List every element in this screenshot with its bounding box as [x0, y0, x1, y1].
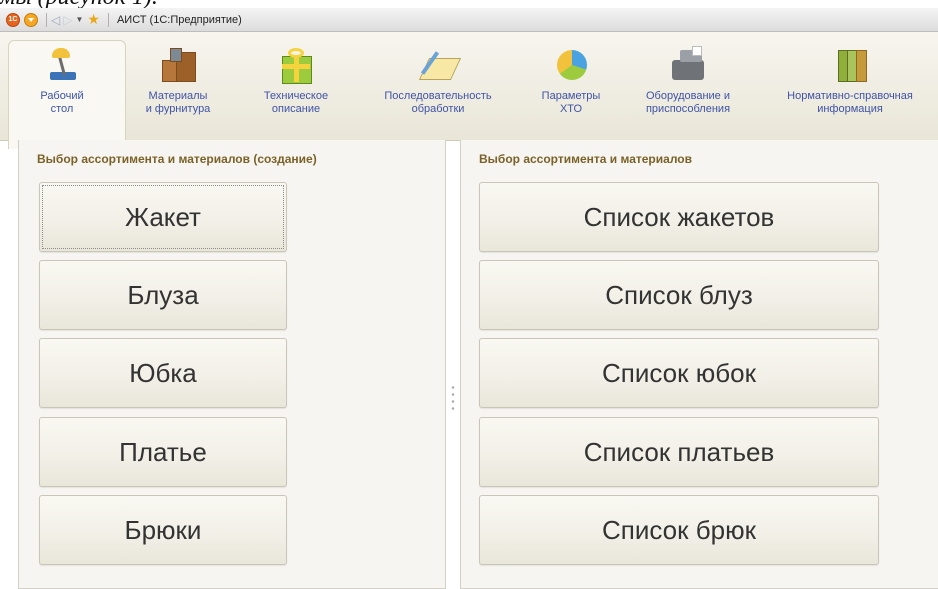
pie-chart-icon: [551, 46, 591, 84]
left-pane-title: Выбор ассортимента и материалов (создани…: [37, 152, 317, 166]
trousers-list-button[interactable]: Список брюк: [479, 495, 879, 565]
section-label: описание: [271, 103, 321, 115]
section-label: Материалы: [148, 90, 208, 102]
app-logo-icon[interactable]: 1С: [6, 12, 20, 27]
skirt-button[interactable]: Юбка: [39, 338, 287, 408]
skirts-list-button[interactable]: Список юбок: [479, 338, 879, 408]
blouse-button[interactable]: Блуза: [39, 260, 287, 330]
section-label: и фурнитура: [145, 103, 211, 115]
document-caption-fragment: мы (рисунок 1).: [0, 0, 158, 9]
right-pane: Выбор ассортимента и материалов Список ж…: [460, 140, 938, 589]
main-menu-button[interactable]: [24, 12, 38, 27]
section-hto-parameters[interactable]: Параметры ХТО: [526, 46, 616, 116]
section-label: информация: [817, 103, 883, 115]
cash-register-icon: [668, 46, 708, 84]
gift-box-icon: [276, 46, 316, 84]
section-tech-description[interactable]: Техническое описание: [248, 46, 344, 116]
section-equipment[interactable]: Оборудование и приспособления: [632, 46, 744, 116]
dresses-list-button[interactable]: Список платьев: [479, 417, 879, 487]
sections-panel: Рабочий стол Материалы и фурнитура Техни…: [0, 32, 938, 149]
section-label: ХТО: [559, 103, 583, 115]
favorites-star-icon[interactable]: ★: [87, 11, 100, 28]
jacket-button[interactable]: Жакет: [39, 182, 287, 252]
section-label: Оборудование и: [645, 90, 730, 102]
jackets-list-button[interactable]: Список жакетов: [479, 182, 879, 252]
left-pane: Выбор ассортимента и материалов (создани…: [18, 140, 446, 589]
section-label: Рабочий: [40, 90, 84, 102]
history-dropdown-icon[interactable]: ▼: [75, 15, 83, 24]
section-label: Последовательность: [384, 90, 492, 102]
forward-arrow-icon[interactable]: ▷: [63, 13, 72, 27]
pane-splitter-handle[interactable]: [451, 384, 455, 410]
back-arrow-icon[interactable]: ◁: [51, 13, 60, 27]
separator: [107, 12, 109, 27]
trousers-button[interactable]: Брюки: [39, 495, 287, 565]
right-pane-title: Выбор ассортимента и материалов: [479, 152, 692, 166]
section-reference-info[interactable]: Нормативно-справочная информация: [766, 46, 934, 116]
separator: [46, 12, 47, 27]
blouses-list-button[interactable]: Список блуз: [479, 260, 879, 330]
section-label: Нормативно-справочная: [787, 90, 913, 102]
section-materials[interactable]: Материалы и фурнитура: [128, 46, 228, 116]
section-label: приспособления: [645, 103, 731, 115]
section-label: Техническое: [263, 90, 329, 102]
window-title-bar: 1С ◁ ▷ ▼ ★ АИСТ (1С:Предприятие): [0, 8, 938, 32]
books-icon: [830, 46, 870, 84]
section-label: стол: [50, 103, 74, 115]
section-label: обработки: [411, 103, 465, 115]
section-processing-sequence[interactable]: Последовательность обработки: [360, 46, 516, 116]
desk-lamp-icon: [42, 46, 82, 84]
boxes-icon: [158, 46, 198, 84]
document-pen-icon: [418, 46, 462, 84]
section-label: Параметры: [541, 90, 601, 102]
window-title: АИСТ (1С:Предприятие): [116, 13, 242, 26]
section-desktop[interactable]: Рабочий стол: [20, 46, 104, 116]
dress-button[interactable]: Платье: [39, 417, 287, 487]
